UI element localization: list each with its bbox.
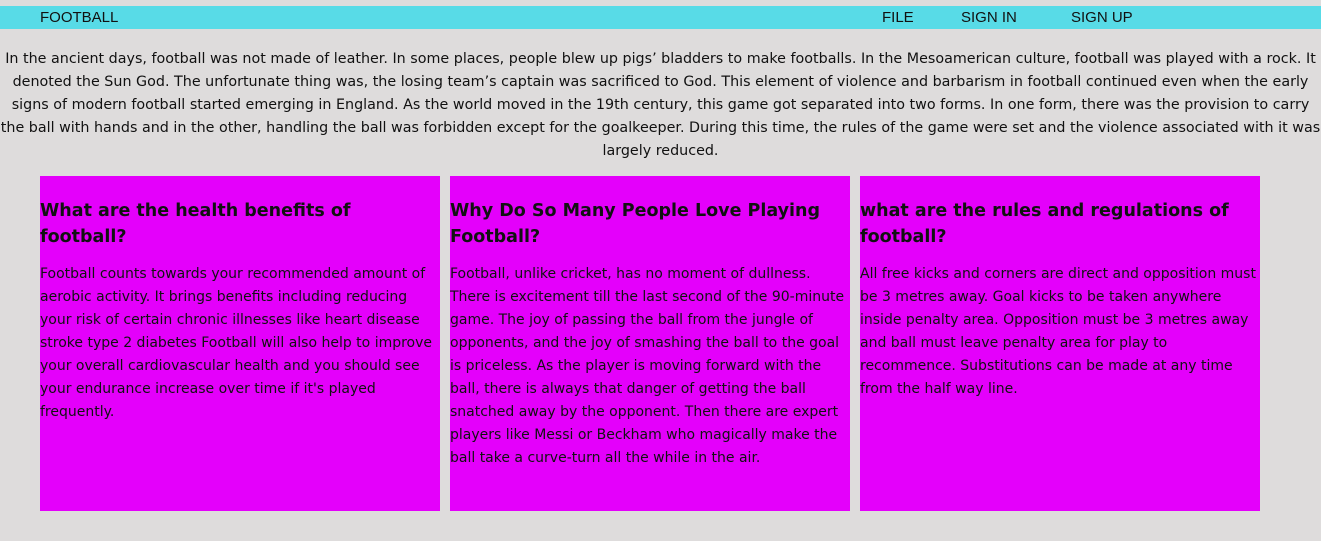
card-title: what are the rules and regulations of fo… [860,201,1229,247]
card-body: All free kicks and corners are direct an… [860,266,1256,397]
card-health-benefits: What are the health benefits of football… [40,176,440,511]
card-title: Why Do So Many People Love Playing Footb… [450,201,821,247]
card-rules-regulations: what are the rules and regulations of fo… [860,176,1260,511]
intro-paragraph: In the ancient days, football was not ma… [0,51,1321,159]
nav-link-sign-in[interactable]: SIGN IN [961,10,1017,25]
card-why-love-football: Why Do So Many People Love Playing Footb… [450,176,850,511]
card-body: Football, unlike cricket, has no moment … [450,266,845,466]
nav-links: FILE SIGN IN SIGN UP [0,10,1321,26]
nav-link-sign-up[interactable]: SIGN UP [1071,10,1133,25]
top-navbar: FOOTBALL FILE SIGN IN SIGN UP [0,6,1321,29]
card-title: What are the health benefits of football… [40,201,351,247]
info-cards: What are the health benefits of football… [0,176,1321,511]
nav-link-file[interactable]: FILE [882,10,914,25]
card-body: Football counts towards your recommended… [40,266,433,420]
